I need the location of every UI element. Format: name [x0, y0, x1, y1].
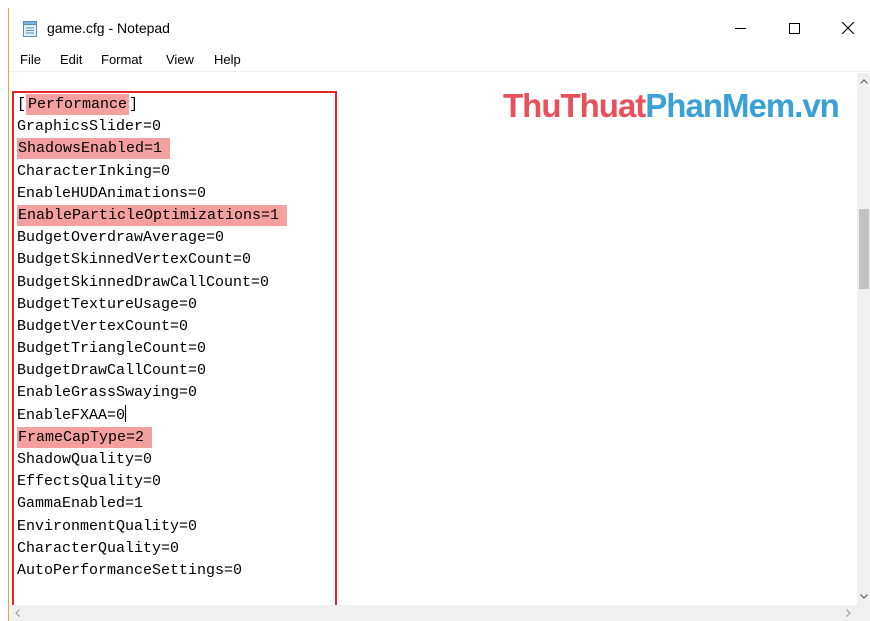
line-text: EnableGrassSwaying=0 — [17, 384, 198, 402]
line-text: BudgetOverdrawAverage=0 — [17, 229, 225, 247]
maximize-icon — [788, 22, 800, 34]
text-line[interactable]: AutoPerformanceSettings=0 — [17, 560, 287, 582]
line-text: ShadowQuality=0 — [17, 451, 153, 468]
title-bar[interactable]: game.cfg - Notepad — [9, 8, 870, 48]
vertical-scroll-thumb[interactable] — [859, 209, 869, 289]
line-text: CharacterInking=0 — [17, 162, 171, 180]
line-text: AutoPerformanceSettings=0 — [17, 561, 243, 579]
line-text: EnableFXAA=0 — [17, 406, 126, 424]
line-text: BudgetVertexCount=0 — [17, 317, 189, 335]
highlighted-text: EnableParticleOptimizations=1 — [17, 204, 288, 226]
text-line[interactable]: GraphicsSlider=0 — [17, 116, 287, 138]
line-text: [ — [17, 96, 27, 113]
line-text: BudgetSkinnedDrawCallCount=0 — [17, 273, 270, 291]
text-line[interactable]: EnableFXAA=0 — [17, 404, 287, 427]
chevron-left-icon — [15, 609, 20, 617]
scrollbar-corner — [857, 605, 870, 621]
scroll-up-button[interactable] — [857, 73, 870, 90]
menu-format[interactable]: Format — [101, 52, 142, 67]
scroll-right-button[interactable] — [840, 605, 857, 621]
text-line[interactable]: CharacterQuality=0 — [17, 538, 287, 560]
line-text: EffectsQuality=0 — [17, 473, 162, 491]
line-text: CharacterQuality=0 — [17, 539, 180, 557]
chevron-up-icon — [860, 79, 868, 84]
maximize-button[interactable] — [771, 8, 817, 48]
text-line[interactable]: EnableHUDAnimations=0 — [17, 183, 287, 205]
highlighted-text: FrameCapType=2 — [17, 426, 153, 448]
scroll-down-button[interactable] — [857, 588, 870, 605]
scroll-left-button[interactable] — [9, 605, 26, 621]
text-line[interactable]: FrameCapType=2 — [17, 426, 287, 449]
minimize-icon — [734, 27, 746, 29]
line-text: BudgetDrawCallCount=0 — [17, 362, 207, 380]
text-caret — [125, 404, 127, 422]
text-line[interactable]: GammaEnabled=1 — [17, 493, 287, 515]
line-text: BudgetTextureUsage=0 — [17, 295, 198, 313]
vertical-scrollbar[interactable] — [857, 73, 870, 605]
line-text: ] — [129, 96, 139, 113]
line-text: GraphicsSlider=0 — [17, 118, 162, 136]
text-line[interactable]: EffectsQuality=0 — [17, 471, 287, 493]
text-line[interactable]: ShadowQuality=0 — [17, 449, 287, 471]
window-title: game.cfg - Notepad — [47, 20, 170, 36]
text-line[interactable]: BudgetSkinnedDrawCallCount=0 — [17, 272, 287, 294]
watermark-part-2: PhanMem.vn — [645, 87, 840, 124]
close-button[interactable] — [825, 8, 870, 48]
text-line[interactable]: EnvironmentQuality=0 — [17, 516, 287, 538]
horizontal-scrollbar[interactable] — [9, 605, 857, 621]
line-text: GammaEnabled=1 — [17, 495, 144, 513]
text-line[interactable]: BudgetSkinnedVertexCount=0 — [17, 249, 287, 271]
editor-content[interactable]: [Performance] GraphicsSlider=0 ShadowsEnab… — [17, 94, 288, 582]
text-line[interactable]: EnableGrassSwaying=0 — [17, 382, 287, 404]
text-line[interactable]: CharacterInking=0 — [17, 161, 287, 183]
menu-file[interactable]: File — [20, 52, 41, 67]
watermark-part-1: ThuThuat — [503, 87, 646, 124]
highlighted-text: ShadowsEnabled=1 — [17, 138, 171, 160]
minimize-button[interactable] — [717, 8, 763, 48]
menu-bar: File Edit Format View Help — [9, 48, 870, 72]
line-text: BudgetSkinnedVertexCount=0 — [17, 251, 252, 269]
text-editor[interactable]: [Performance] GraphicsSlider=0 ShadowsEnab… — [9, 73, 857, 605]
text-line[interactable]: BudgetTriangleCount=0 — [17, 338, 287, 360]
text-line[interactable]: BudgetOverdrawAverage=0 — [17, 227, 287, 249]
menu-help[interactable]: Help — [214, 52, 241, 67]
menu-edit[interactable]: Edit — [60, 52, 82, 67]
highlighted-text: Performance — [26, 94, 130, 115]
chevron-right-icon — [846, 609, 851, 617]
text-line[interactable]: ShadowsEnabled=1 — [17, 138, 287, 160]
watermark-logo: ThuThuatPhanMem.vn — [503, 87, 840, 125]
text-line[interactable]: BudgetDrawCallCount=0 — [17, 360, 287, 382]
chevron-down-icon — [860, 594, 868, 599]
notepad-window: game.cfg - Notepad File Edit Format View… — [8, 8, 870, 621]
text-line[interactable]: [Performance] — [17, 94, 287, 116]
text-line[interactable]: BudgetTextureUsage=0 — [17, 294, 287, 316]
notepad-icon — [23, 20, 37, 37]
text-line[interactable]: EnableParticleOptimizations=1 — [17, 204, 288, 227]
line-text: BudgetTriangleCount=0 — [17, 340, 207, 358]
menu-view[interactable]: View — [166, 52, 194, 67]
line-text: EnableHUDAnimations=0 — [17, 184, 207, 202]
line-text: EnvironmentQuality=0 — [17, 517, 198, 535]
close-icon — [842, 22, 854, 34]
text-line[interactable]: BudgetVertexCount=0 — [17, 316, 287, 338]
